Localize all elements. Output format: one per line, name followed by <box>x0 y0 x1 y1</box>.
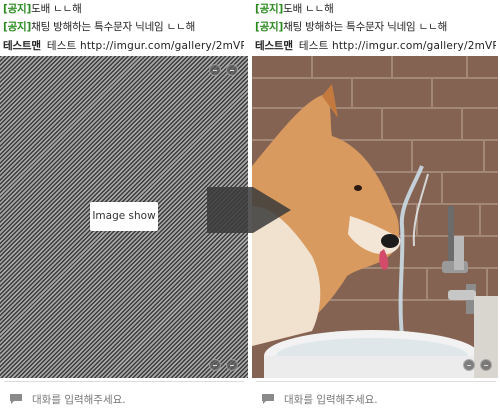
chat-message: [공지]채팅 방해하는 특수문자 닉네임 ㄴㄴ해 <box>255 20 496 34</box>
chat-input[interactable] <box>32 390 232 410</box>
notice-tag: [공지] <box>3 21 32 33</box>
next-arrow-icon <box>207 187 291 233</box>
message-text[interactable]: 테스트 http://imgur.com/gallery/2mVR0 <box>299 40 496 52</box>
chat-input-row <box>252 389 500 411</box>
minimize-icon[interactable] <box>209 64 221 76</box>
speech-bubble-icon <box>10 394 22 404</box>
image-show-button[interactable]: Image show <box>90 202 158 231</box>
divider <box>256 381 496 382</box>
message-text: 채팅 방해하는 특수문자 닉네임 ㄴㄴ해 <box>283 21 448 33</box>
chat-message: 테스트맨 테스트 http://imgur.com/gallery/2mVR0 <box>3 39 244 53</box>
username[interactable]: 테스트맨 <box>255 40 293 52</box>
divider <box>4 381 244 382</box>
chat-message: [공지]도배 ㄴㄴ해 <box>255 2 496 16</box>
message-text: 도배 ㄴㄴ해 <box>31 3 82 15</box>
close-icon[interactable] <box>226 64 238 76</box>
chat-message: 테스트맨 테스트 http://imgur.com/gallery/2mVR0 <box>255 39 496 53</box>
notice-tag: [공지] <box>3 3 32 15</box>
chat-message: [공지]도배 ㄴㄴ해 <box>3 2 244 16</box>
chat-message: [공지]채팅 방해하는 특수문자 닉네임 ㄴㄴ해 <box>3 20 244 34</box>
speech-bubble-icon <box>262 394 274 404</box>
notice-tag: [공지] <box>255 3 284 15</box>
message-text[interactable]: 테스트 http://imgur.com/gallery/2mVR0 <box>47 40 244 52</box>
chat-input-row <box>0 389 248 411</box>
username[interactable]: 테스트맨 <box>3 40 41 52</box>
chat-input[interactable] <box>284 390 484 410</box>
message-text: 도배 ㄴㄴ해 <box>283 3 334 15</box>
close-icon[interactable] <box>480 359 492 371</box>
close-icon[interactable] <box>226 359 238 371</box>
message-text: 채팅 방해하는 특수문자 닉네임 ㄴㄴ해 <box>31 21 196 33</box>
minimize-icon[interactable] <box>463 359 475 371</box>
notice-tag: [공지] <box>255 21 284 33</box>
minimize-icon[interactable] <box>209 359 221 371</box>
